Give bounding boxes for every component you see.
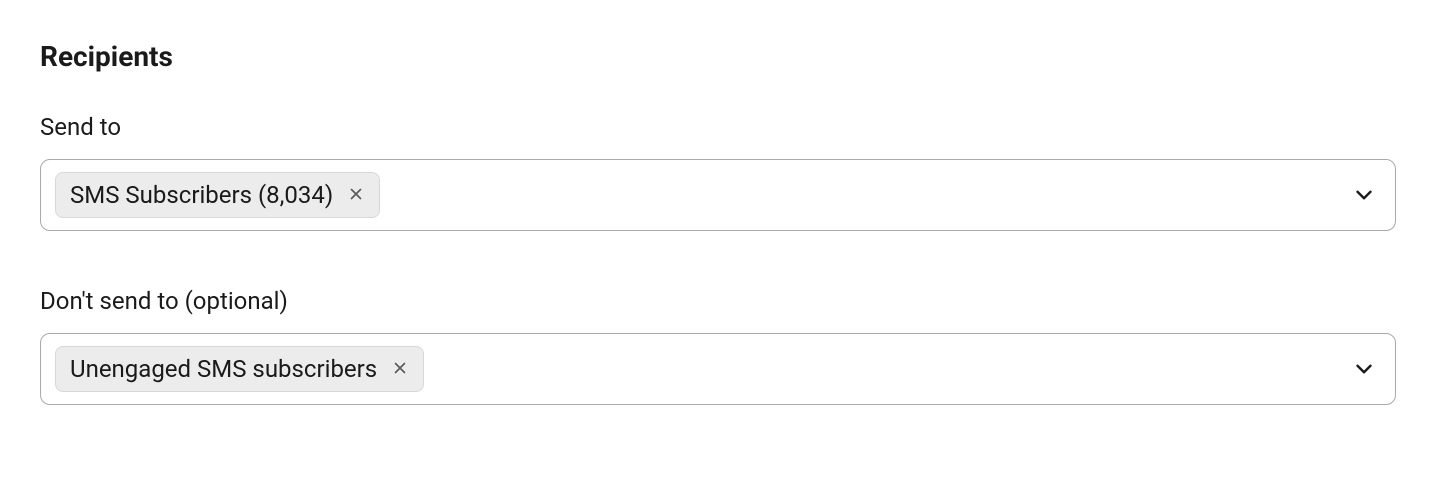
dont-send-to-chips: Unengaged SMS subscribers bbox=[55, 346, 424, 392]
dont-send-to-chip: Unengaged SMS subscribers bbox=[55, 346, 424, 392]
send-to-chips: SMS Subscribers (8,034) bbox=[55, 172, 380, 218]
send-to-chip: SMS Subscribers (8,034) bbox=[55, 172, 380, 218]
remove-chip-button[interactable] bbox=[391, 359, 409, 379]
send-to-field: Send to SMS Subscribers (8,034) bbox=[40, 113, 1396, 231]
chevron-down-icon bbox=[1351, 182, 1381, 208]
close-icon bbox=[347, 185, 365, 205]
chip-label: Unengaged SMS subscribers bbox=[70, 355, 377, 383]
dont-send-to-label: Don't send to (optional) bbox=[40, 287, 1396, 315]
chip-label: SMS Subscribers (8,034) bbox=[70, 181, 333, 209]
section-title: Recipients bbox=[40, 40, 1396, 73]
remove-chip-button[interactable] bbox=[347, 185, 365, 205]
send-to-label: Send to bbox=[40, 113, 1396, 141]
close-icon bbox=[391, 359, 409, 379]
dont-send-to-field: Don't send to (optional) Unengaged SMS s… bbox=[40, 287, 1396, 405]
chevron-down-icon bbox=[1351, 356, 1381, 382]
send-to-select[interactable]: SMS Subscribers (8,034) bbox=[40, 159, 1396, 231]
dont-send-to-select[interactable]: Unengaged SMS subscribers bbox=[40, 333, 1396, 405]
